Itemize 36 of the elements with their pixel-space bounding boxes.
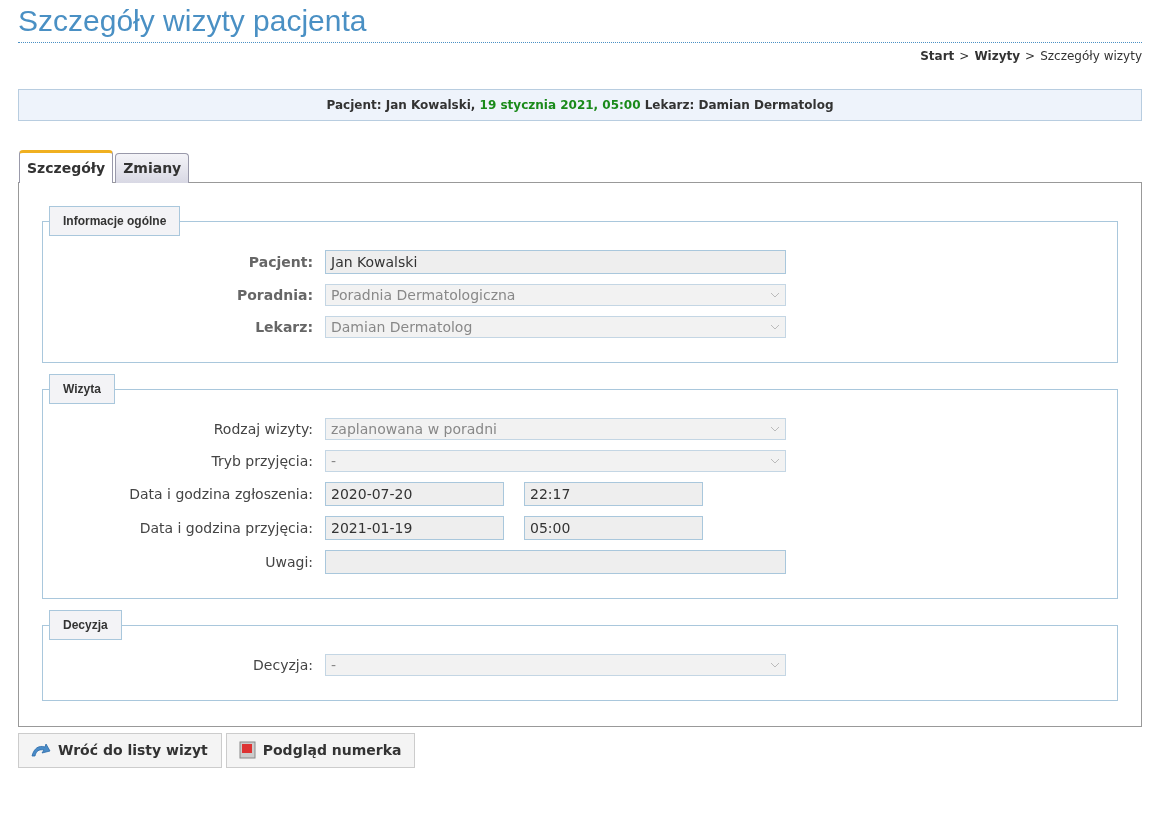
date-field[interactable]: 2020-07-20 <box>325 482 504 506</box>
arrow-icon <box>31 743 51 757</box>
fieldset-legend: Informacje ogólne <box>49 206 181 236</box>
time-field[interactable]: 22:17 <box>524 482 703 506</box>
tab[interactable]: Szczegóły <box>19 150 114 183</box>
breadcrumb-link[interactable]: Start <box>920 49 955 63</box>
visit-summary: Pacjent: Jan Kowalski, 19 stycznia 2021, 05:00 Lekarz: Damian Dermatolog <box>18 89 1142 121</box>
field-label: Lekarz: <box>254 319 313 335</box>
fieldset-legend: Wizyta <box>49 374 115 404</box>
field-label: Uwagi: <box>264 554 313 570</box>
field-label: Pacjent: <box>247 254 313 270</box>
fieldset-legend: Decyzja <box>49 610 122 640</box>
field-label: Tryb przyjęcia: <box>210 453 313 469</box>
field-label: Poradnia: <box>235 287 313 303</box>
breadcrumb-separator: > <box>959 49 970 63</box>
chevron-down-icon <box>770 324 780 330</box>
field-label: Rodzaj wizyty: <box>212 421 313 437</box>
action-button[interactable]: Podgląd numerka <box>225 733 416 768</box>
chevron-down-icon <box>770 426 780 432</box>
field-label: Decyzja: <box>252 657 313 673</box>
time-field[interactable]: 05:00 <box>524 516 703 540</box>
chevron-down-icon <box>770 458 780 464</box>
chevron-down-icon <box>770 292 780 298</box>
chevron-down-icon <box>770 662 780 668</box>
text-field[interactable]: Jan Kowalski <box>325 250 786 274</box>
tab[interactable]: Zmiany <box>115 153 190 183</box>
breadcrumb-link[interactable]: Szczegóły wizyty <box>1040 49 1142 63</box>
field-label: Data i godzina zgłoszenia: <box>128 486 313 502</box>
action-button[interactable]: Wróć do listy wizyt <box>18 733 222 768</box>
date-field[interactable]: 2021-01-19 <box>325 516 504 540</box>
text-field[interactable] <box>325 550 786 574</box>
field-label: Data i godzina przyjęcia: <box>138 520 313 536</box>
breadcrumb-link[interactable]: Wizyty <box>974 49 1021 63</box>
calendar-icon <box>238 741 256 759</box>
page-title: Szczegóły wizyty pacjenta <box>18 4 1142 43</box>
breadcrumb-separator: > <box>1025 49 1036 63</box>
